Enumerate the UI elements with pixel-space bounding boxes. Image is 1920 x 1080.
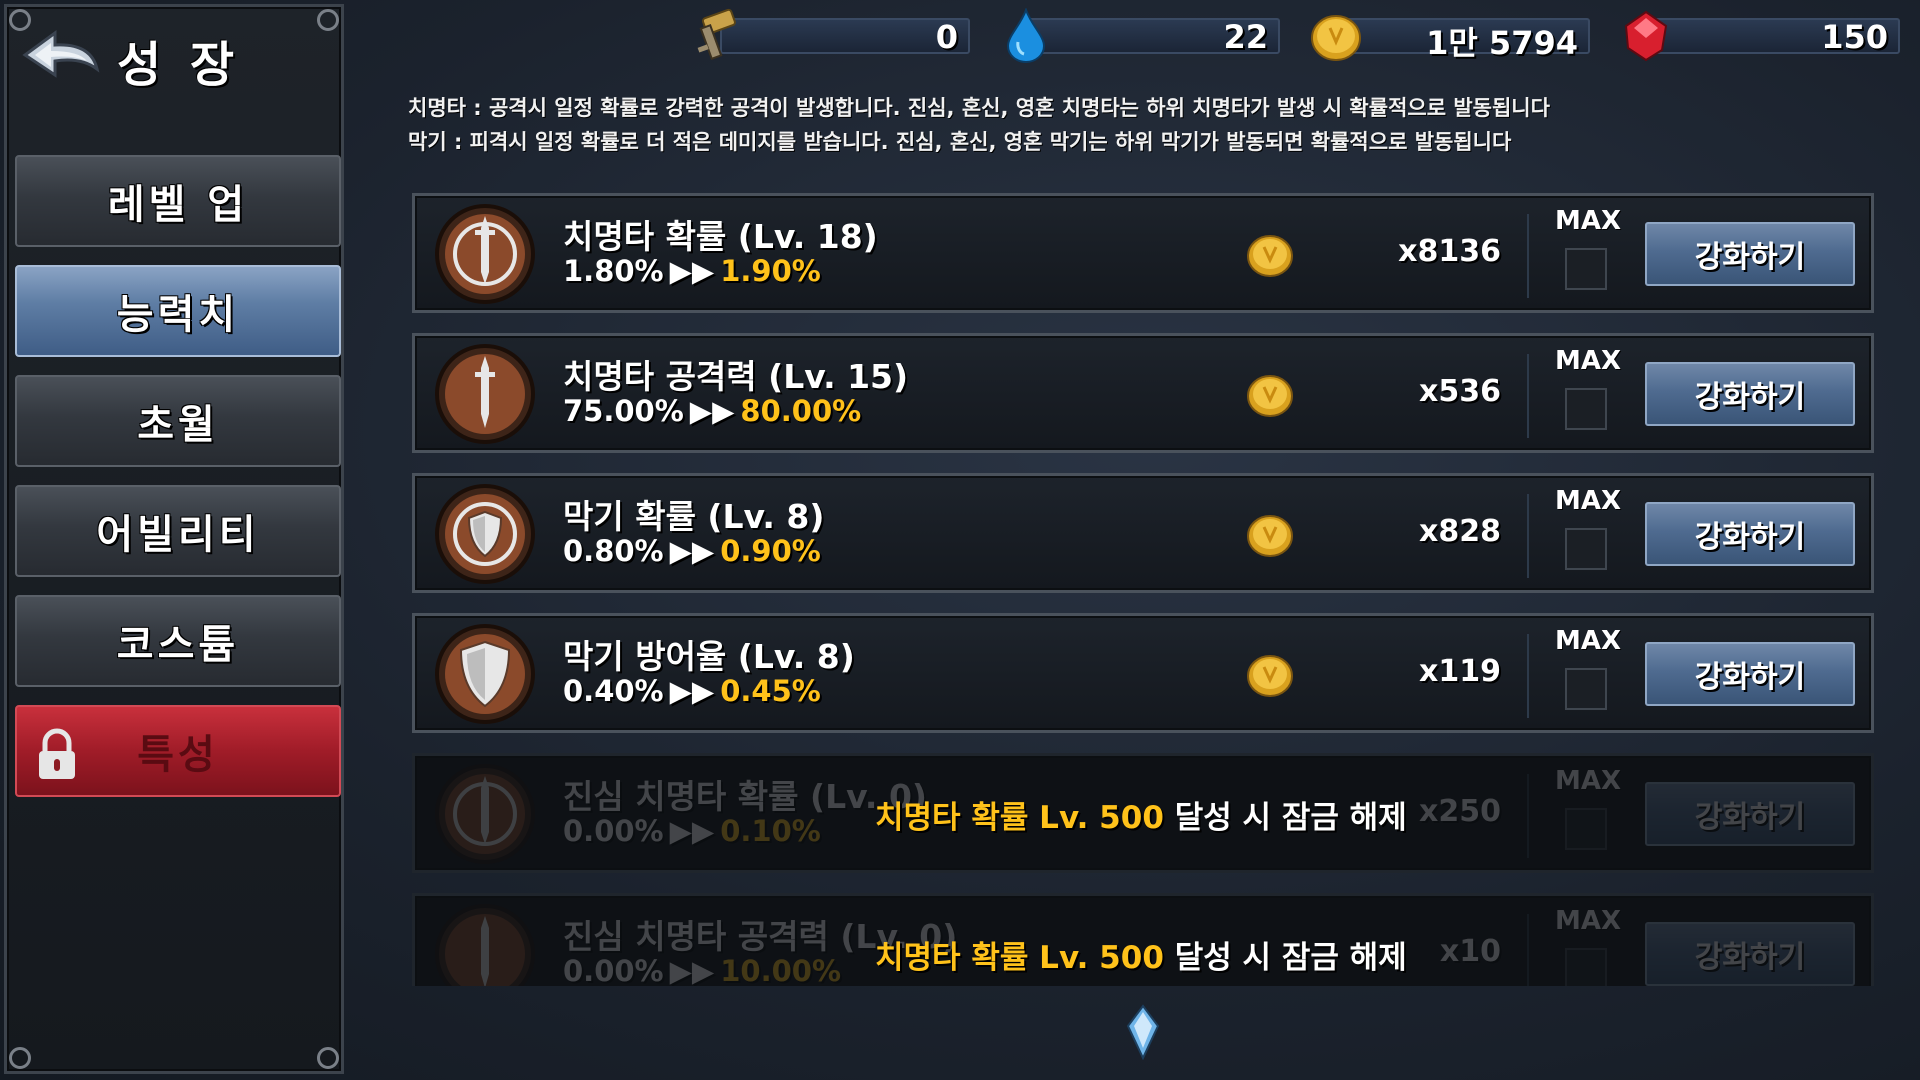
sword-ring-emblem-icon: [435, 764, 535, 864]
unlock-condition: 치명타 확률 Lv. 500 달성 시 잠금 해제: [875, 792, 1407, 837]
unlock-requirement: 치명타 확률 Lv. 500: [875, 940, 1164, 976]
divider: [1527, 354, 1529, 438]
button-label: 강화하기: [1694, 520, 1806, 555]
current-value: 0.80%: [563, 534, 664, 568]
current-value: 0.40%: [563, 674, 664, 708]
stat-progress: 0.40% ▶▶ 0.45%: [563, 674, 821, 708]
divider: [1527, 634, 1529, 718]
scroll-down-indicator-icon[interactable]: [1124, 1004, 1162, 1060]
sword-emblem-icon: [435, 904, 535, 986]
max-checkbox[interactable]: [1565, 248, 1607, 290]
upgrade-button-disabled: 강화하기: [1645, 782, 1855, 846]
stat-row: 막기 방어율 (Lv. 8) 0.40% ▶▶ 0.45% x119 MAX 강화하…: [412, 613, 1874, 733]
gold-coin-icon: [1247, 375, 1293, 417]
sword-ring-emblem-icon: [435, 204, 535, 304]
gold-coin-icon: [1247, 515, 1293, 557]
max-label: MAX: [1555, 346, 1622, 376]
max-checkbox[interactable]: [1565, 528, 1607, 570]
arrow-icon: ▶▶: [669, 954, 715, 986]
corner-ornament-icon: [317, 1047, 339, 1069]
upgrade-button[interactable]: 강화하기: [1645, 222, 1855, 286]
next-value: 0.90%: [720, 534, 821, 568]
unlock-text: 달성 시 잠금 해제: [1163, 940, 1407, 976]
max-checkbox: [1565, 948, 1607, 986]
divider: [1527, 494, 1529, 578]
upgrade-cost: x119: [1419, 654, 1501, 689]
stat-list: 치명타 확률 (Lv. 18) 1.80% ▶▶ 1.90% x8136 MAX 강…: [0, 0, 1920, 986]
upgrade-cost: x10: [1439, 934, 1501, 969]
upgrade-cost: x8136: [1398, 234, 1501, 269]
button-label: 강화하기: [1694, 380, 1806, 415]
max-checkbox[interactable]: [1565, 388, 1607, 430]
upgrade-button[interactable]: 강화하기: [1645, 642, 1855, 706]
corner-ornament-icon: [9, 1047, 31, 1069]
upgrade-button-disabled: 강화하기: [1645, 922, 1855, 986]
stat-name: 치명타 공격력 (Lv. 15): [563, 357, 909, 396]
max-checkbox: [1565, 808, 1607, 850]
upgrade-button[interactable]: 강화하기: [1645, 362, 1855, 426]
shield-emblem-icon: [435, 624, 535, 724]
divider: [1527, 914, 1529, 986]
stat-name: 진심 치명타 확률 (Lv. 0): [563, 777, 927, 816]
max-label: MAX: [1555, 206, 1622, 236]
next-value: 0.45%: [720, 674, 821, 708]
current-value: 0.00%: [563, 954, 664, 986]
unlock-requirement: 치명타 확률 Lv. 500: [875, 800, 1164, 836]
stat-row-locked: 진심 치명타 공격력 (Lv. 0) 0.00% ▶▶ 10.00% x10 MAX…: [412, 893, 1874, 986]
arrow-icon: ▶▶: [689, 394, 735, 428]
unlock-text: 달성 시 잠금 해제: [1163, 800, 1407, 836]
current-value: 0.00%: [563, 814, 664, 848]
max-checkbox[interactable]: [1565, 668, 1607, 710]
stat-name: 막기 확률 (Lv. 8): [563, 497, 825, 536]
arrow-icon: ▶▶: [669, 814, 715, 848]
divider: [1527, 214, 1529, 298]
current-value: 75.00%: [563, 394, 684, 428]
gold-coin-icon: [1247, 655, 1293, 697]
stat-name: 치명타 확률 (Lv. 18): [563, 217, 878, 256]
button-label: 강화하기: [1694, 940, 1806, 975]
stat-row: 치명타 확률 (Lv. 18) 1.80% ▶▶ 1.90% x8136 MAX 강…: [412, 193, 1874, 313]
stat-progress: 0.00% ▶▶ 10.00%: [563, 954, 841, 986]
shield-ring-emblem-icon: [435, 484, 535, 584]
stat-name: 막기 방어율 (Lv. 8): [563, 637, 855, 676]
stat-progress: 75.00% ▶▶ 80.00%: [563, 394, 861, 428]
stat-row: 치명타 공격력 (Lv. 15) 75.00% ▶▶ 80.00% x536 MAX…: [412, 333, 1874, 453]
arrow-icon: ▶▶: [669, 254, 715, 288]
button-label: 강화하기: [1694, 800, 1806, 835]
next-value: 1.90%: [720, 254, 821, 288]
gold-coin-icon: [1247, 235, 1293, 277]
max-label: MAX: [1555, 906, 1622, 936]
stat-row-locked: 진심 치명타 확률 (Lv. 0) 0.00% ▶▶ 0.10% x250 MAX …: [412, 753, 1874, 873]
sword-emblem-icon: [435, 344, 535, 444]
max-label: MAX: [1555, 626, 1622, 656]
upgrade-cost: x828: [1419, 514, 1501, 549]
button-label: 강화하기: [1694, 660, 1806, 695]
max-label: MAX: [1555, 766, 1622, 796]
unlock-condition: 치명타 확률 Lv. 500 달성 시 잠금 해제: [875, 932, 1407, 977]
current-value: 1.80%: [563, 254, 664, 288]
button-label: 강화하기: [1694, 240, 1806, 275]
arrow-icon: ▶▶: [669, 674, 715, 708]
next-value: 80.00%: [740, 394, 862, 428]
stat-progress: 0.80% ▶▶ 0.90%: [563, 534, 821, 568]
upgrade-cost: x250: [1419, 794, 1501, 829]
upgrade-cost: x536: [1419, 374, 1501, 409]
upgrade-button[interactable]: 강화하기: [1645, 502, 1855, 566]
stat-progress: 1.80% ▶▶ 1.90%: [563, 254, 821, 288]
stat-progress: 0.00% ▶▶ 0.10%: [563, 814, 821, 848]
next-value: 10.00%: [720, 954, 842, 986]
next-value: 0.10%: [720, 814, 821, 848]
arrow-icon: ▶▶: [669, 534, 715, 568]
stat-row: 막기 확률 (Lv. 8) 0.80% ▶▶ 0.90% x828 MAX 강화하기: [412, 473, 1874, 593]
max-label: MAX: [1555, 486, 1622, 516]
divider: [1527, 774, 1529, 858]
